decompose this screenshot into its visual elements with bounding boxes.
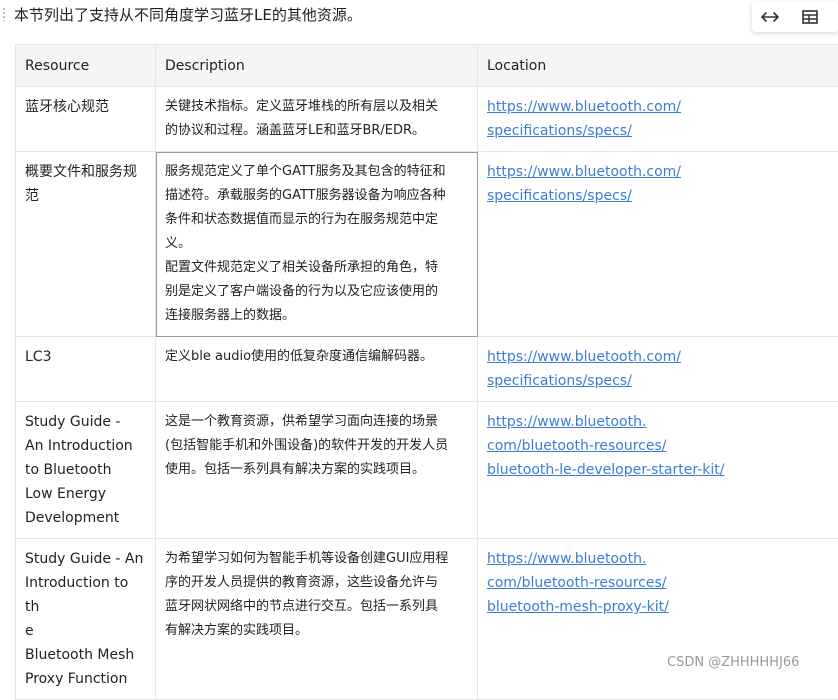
resource-text-line: 范 xyxy=(25,184,146,208)
table-icon xyxy=(802,10,818,24)
description-text-line: 为希望学习如何为智能手机等设备创建GUI应用程 xyxy=(165,547,468,571)
resource-text-line: Development xyxy=(25,506,146,530)
description-text-line: 配置文件规范定义了相关设备所承担的角色，特 xyxy=(165,256,468,280)
resource-cell[interactable]: 蓝牙核心规范 xyxy=(16,87,156,152)
resources-table: Resource Description Location 蓝牙核心规范关键技术… xyxy=(15,44,838,700)
description-text-line: 序的开发人员提供的教育资源，这些设备允许与 xyxy=(165,571,468,595)
header-description[interactable]: Description xyxy=(156,45,478,87)
resource-text-line: Introduction to th xyxy=(25,571,146,619)
resource-cell[interactable]: Study Guide -An Introductionto Bluetooth… xyxy=(16,402,156,539)
location-link[interactable]: https://www.bluetooth.com/ xyxy=(487,345,838,369)
resource-cell[interactable]: Study Guide - AnIntroduction to theBluet… xyxy=(16,539,156,700)
table-row: 概要文件和服务规范服务规范定义了单个GATT服务及其包含的特征和描述符。承载服务… xyxy=(16,152,838,337)
drag-handle[interactable] xyxy=(2,7,6,21)
description-cell[interactable]: 关键技术指标。定义蓝牙堆栈的所有层以及相关的协议和过程。涵盖蓝牙LE和蓝牙BR/… xyxy=(156,87,478,152)
resource-text-line: An Introduction xyxy=(25,434,146,458)
description-text-line: 蓝牙网状网络中的节点进行交互。包括一系列具 xyxy=(165,595,468,619)
resource-text-line: Study Guide - An xyxy=(25,547,146,571)
table-options-button[interactable] xyxy=(792,2,828,32)
resource-text-line: Proxy Function xyxy=(25,667,146,691)
location-cell[interactable]: https://www.bluetooth.com/specifications… xyxy=(478,87,838,152)
resource-text-line: e xyxy=(25,619,146,643)
location-link[interactable]: com/bluetooth-resources/ xyxy=(487,571,838,595)
location-link[interactable]: https://www.bluetooth. xyxy=(487,410,838,434)
description-text-line: 条件和状态数据值而显示的行为在服务规范中定 xyxy=(165,208,468,232)
table-row: Study Guide - AnIntroduction to theBluet… xyxy=(16,539,838,700)
location-link[interactable]: specifications/specs/ xyxy=(487,119,838,143)
location-cell[interactable]: https://www.bluetooth.com/bluetooth-reso… xyxy=(478,402,838,539)
location-link[interactable]: specifications/specs/ xyxy=(487,184,838,208)
description-text-line: 义。 xyxy=(165,232,468,256)
description-cell[interactable]: 这是一个教育资源，供希望学习面向连接的场景(包括智能手机和外围设备)的软件开发的… xyxy=(156,402,478,539)
description-text-line: 的协议和过程。涵盖蓝牙LE和蓝牙BR/EDR。 xyxy=(165,119,468,143)
description-text-line: 定义ble audio使用的低复杂度通信编解码器。 xyxy=(165,345,468,369)
location-link[interactable]: bluetooth-le-developer-starter-kit/ xyxy=(487,458,838,482)
description-text-line: 关键技术指标。定义蓝牙堆栈的所有层以及相关 xyxy=(165,95,468,119)
table-toolbar xyxy=(752,2,838,32)
description-cell[interactable]: 定义ble audio使用的低复杂度通信编解码器。 xyxy=(156,337,478,402)
description-text-line: 使用。包括一系列具有解决方案的实践项目。 xyxy=(165,458,468,482)
location-link[interactable]: https://www.bluetooth.com/ xyxy=(487,95,838,119)
expand-width-button[interactable] xyxy=(752,2,788,32)
location-link[interactable]: com/bluetooth-resources/ xyxy=(487,434,838,458)
resource-text-line: 概要文件和服务规 xyxy=(25,160,146,184)
resource-cell[interactable]: 概要文件和服务规范 xyxy=(16,152,156,337)
resource-text-line: Bluetooth Mesh xyxy=(25,643,146,667)
location-cell[interactable]: https://www.bluetooth.com/bluetooth-reso… xyxy=(478,539,838,700)
resource-text-line: 蓝牙核心规范 xyxy=(25,95,146,119)
location-link[interactable]: bluetooth-mesh-proxy-kit/ xyxy=(487,595,838,619)
resource-text-line: Low Energy xyxy=(25,482,146,506)
location-cell[interactable]: https://www.bluetooth.com/specifications… xyxy=(478,337,838,402)
description-cell[interactable]: 为希望学习如何为智能手机等设备创建GUI应用程序的开发人员提供的教育资源，这些设… xyxy=(156,539,478,700)
resource-text-line: LC3 xyxy=(25,345,146,369)
description-text-line: 有解决方案的实践项目。 xyxy=(165,619,468,643)
table-row: LC3 定义ble audio使用的低复杂度通信编解码器。 https://www.… xyxy=(16,337,838,402)
description-text-line: 连接服务器上的数据。 xyxy=(165,304,468,328)
description-text-line: 服务规范定义了单个GATT服务及其包含的特征和 xyxy=(165,160,468,184)
horizontal-arrows-icon xyxy=(761,11,779,23)
resource-text-line: to Bluetooth xyxy=(25,458,146,482)
table-row: 蓝牙核心规范关键技术指标。定义蓝牙堆栈的所有层以及相关的协议和过程。涵盖蓝牙LE… xyxy=(16,87,838,152)
header-location[interactable]: Location xyxy=(478,45,838,87)
watermark: CSDN @ZHHHHHJ66 xyxy=(667,655,799,670)
resource-cell[interactable]: LC3 xyxy=(16,337,156,402)
description-text-line: 别是定义了客户端设备的行为以及它应该使用的 xyxy=(165,280,468,304)
description-text-line: 描述符。承载服务的GATT服务器设备为响应各种 xyxy=(165,184,468,208)
table-row: Study Guide -An Introductionto Bluetooth… xyxy=(16,402,838,539)
location-link[interactable]: specifications/specs/ xyxy=(487,369,838,393)
header-resource[interactable]: Resource xyxy=(16,45,156,87)
description-text-line: (包括智能手机和外围设备)的软件开发的开发人员 xyxy=(165,434,468,458)
table-header-row: Resource Description Location xyxy=(16,45,838,87)
description-cell[interactable]: 服务规范定义了单个GATT服务及其包含的特征和描述符。承载服务的GATT服务器设… xyxy=(156,152,478,337)
location-cell[interactable]: https://www.bluetooth.com/specifications… xyxy=(478,152,838,337)
intro-text: 本节列出了支持从不同角度学习蓝牙LE的其他资源。 xyxy=(14,3,362,27)
resource-text-line: Study Guide - xyxy=(25,410,146,434)
location-link[interactable]: https://www.bluetooth.com/ xyxy=(487,160,838,184)
description-text-line: 这是一个教育资源，供希望学习面向连接的场景 xyxy=(165,410,468,434)
location-link[interactable]: https://www.bluetooth. xyxy=(487,547,838,571)
